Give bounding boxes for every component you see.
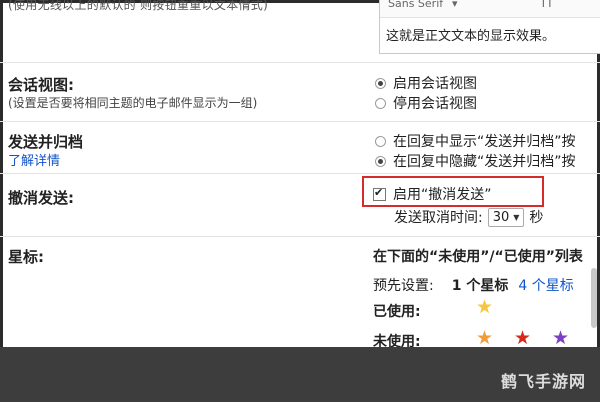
undo-send-checkbox[interactable]: 启用“撤消发送” (373, 184, 492, 204)
conversation-view-off-option[interactable]: 停用会话视图 (375, 93, 477, 113)
option-label: 在回复中隐藏“发送并归档”按 (393, 154, 576, 170)
send-archive-hide-option[interactable]: 在回复中隐藏“发送并归档”按 (375, 151, 576, 171)
cancel-period-select[interactable]: 30 ▼ (487, 207, 525, 227)
font-preview-box: Sans Serif ▾ TT 这就是正文文本的显示效果。 (379, 0, 600, 54)
seconds-unit: 秒 (529, 210, 544, 226)
undo-send-label: 撤消发送: (8, 189, 74, 207)
frame-left (0, 0, 3, 402)
stars-presets-row: 预先设置: 1 个星标 4 个星标 (373, 275, 574, 295)
conversation-view-description: (设置是否要将相同主题的电子邮件显示为一组) (8, 96, 258, 110)
learn-more-link[interactable]: 了解详情 (8, 150, 60, 169)
cut-off-description: (使用无线以上的默认的 则按钮重重以文本情式) (8, 0, 269, 12)
send-archive-show-option[interactable]: 在回复中显示“发送并归档”按 (375, 131, 576, 151)
cancel-period-row: 发送取消时间: 30 ▼ 秒 (394, 207, 543, 227)
font-family-select[interactable]: Sans Serif (388, 0, 443, 10)
option-label: 在回复中显示“发送并归档”按 (393, 134, 576, 150)
checkbox-label: 启用“撤消发送” (393, 187, 492, 203)
font-toolbar: Sans Serif ▾ TT (380, 0, 600, 18)
divider (0, 173, 600, 174)
orange-star-icon[interactable]: ★ (476, 329, 493, 348)
radio-selected-icon[interactable] (375, 155, 386, 167)
preset-one-star-link[interactable]: 1 个星标 (452, 275, 509, 295)
cancel-period-label: 发送取消时间: (394, 210, 483, 226)
preview-text: 这就是正文文本的显示效果。 (386, 29, 556, 44)
chevron-down-icon: ▼ (513, 212, 520, 222)
font-more-icon[interactable]: ▾ (452, 0, 458, 10)
divider (0, 62, 600, 63)
purple-star-icon[interactable]: ★ (552, 329, 569, 348)
radio-unselected-icon[interactable] (375, 135, 386, 147)
cancel-period-value: 30 (492, 209, 510, 225)
conversation-view-on-option[interactable]: 启用会话视图 (375, 73, 477, 93)
scrollbar[interactable] (591, 268, 597, 328)
stars-instruction: 在下面的“未使用”/“已使用”列表 (373, 249, 583, 265)
conversation-view-label: 会话视图: (8, 76, 74, 94)
send-archive-label: 发送并归档 (8, 133, 84, 151)
stars-label: 星标: (8, 248, 44, 266)
radio-unselected-icon[interactable] (375, 97, 386, 109)
divider (0, 121, 600, 122)
checkbox-checked-icon[interactable] (373, 186, 386, 201)
font-size-icon[interactable]: TT (540, 0, 553, 10)
divider (0, 236, 600, 237)
yellow-star-icon[interactable]: ★ (476, 298, 493, 317)
used-label: 已使用: (373, 304, 421, 320)
preset-four-stars-link[interactable]: 4 个星标 (518, 275, 573, 295)
preset-label: 预先设置: (373, 278, 434, 294)
option-label: 启用会话视图 (393, 76, 477, 92)
option-label: 停用会话视图 (393, 96, 477, 112)
radio-selected-icon[interactable] (375, 77, 386, 89)
watermark-text: 鹤飞手游网 (500, 372, 586, 391)
red-star-icon[interactable]: ★ (514, 329, 531, 348)
